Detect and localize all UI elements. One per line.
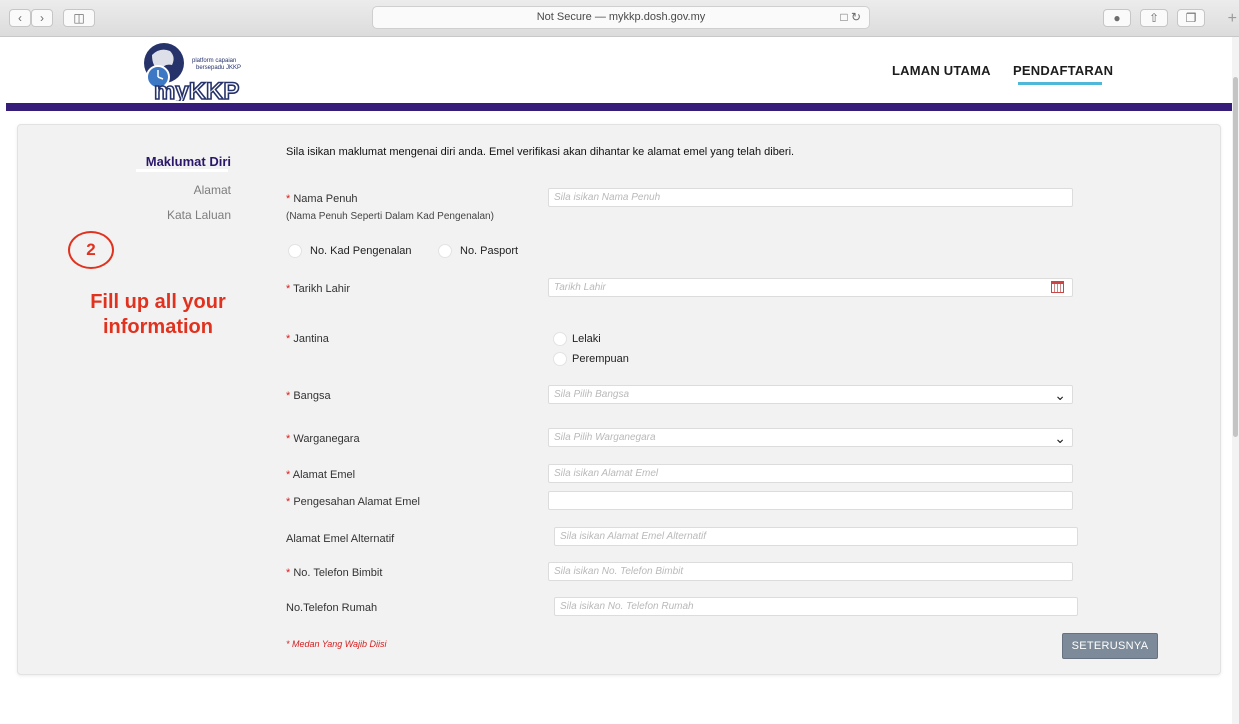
- next-button[interactable]: SETERUSNYA: [1062, 633, 1158, 659]
- home-phone-label: No.Telefon Rumah: [286, 602, 378, 614]
- mobile-label: * No. Telefon Bimbit: [286, 567, 383, 579]
- chevron-down-icon: ⌄: [1054, 387, 1066, 403]
- email-input[interactable]: Sila isikan Alamat Emel: [548, 464, 1073, 483]
- active-step-underline: [136, 169, 228, 172]
- required-star: *: [286, 193, 291, 205]
- share-button[interactable]: ⇧: [1140, 9, 1168, 27]
- step-kata-laluan[interactable]: Kata Laluan: [167, 208, 231, 222]
- nav-laman-utama[interactable]: LAMAN UTAMA: [892, 63, 991, 78]
- page-scrollbar[interactable]: [1232, 37, 1239, 724]
- mykkp-logo[interactable]: platform capaian bersepadu JKKP myKKP: [142, 41, 282, 101]
- radio-perempuan[interactable]: [553, 352, 567, 366]
- forward-button[interactable]: ›: [31, 9, 53, 27]
- citizenship-label: * Warganegara: [286, 433, 360, 445]
- annotation-text: Fill up all your information: [90, 291, 226, 338]
- logo-tagline-1: platform capaian: [192, 58, 236, 64]
- radio-perempuan-label: Perempuan: [572, 353, 629, 365]
- reader-reload-icon[interactable]: □ ↻: [840, 7, 861, 28]
- email-confirm-label: * Pengesahan Alamat Emel: [286, 496, 420, 508]
- alt-email-label: Alamat Emel Alternatif: [286, 533, 395, 545]
- nav-pendaftaran[interactable]: PENDAFTARAN: [1013, 63, 1113, 78]
- url-text: Not Secure — mykkp.dosh.gov.my: [536, 11, 706, 23]
- logo-tagline-2: bersepadu JKKP: [196, 65, 241, 71]
- gender-label: * Jantina: [286, 333, 329, 345]
- dob-label: * Tarikh Lahir: [286, 283, 350, 295]
- dob-placeholder: Tarikh Lahir: [554, 282, 606, 293]
- mobile-input[interactable]: Sila isikan No. Telefon Bimbit: [548, 562, 1073, 581]
- nav-active-indicator: [1018, 82, 1102, 85]
- back-button[interactable]: ‹: [9, 9, 31, 27]
- step-alamat[interactable]: Alamat: [194, 183, 231, 197]
- full-name-sublabel: (Nama Penuh Seperti Dalam Kad Pengenalan…: [286, 211, 494, 222]
- form-intro: Sila isikan maklumat mengenai diri anda.…: [286, 146, 795, 158]
- chevron-down-icon: ⌄: [1054, 430, 1066, 446]
- home-phone-input[interactable]: Sila isikan No. Telefon Rumah: [554, 597, 1078, 616]
- scroll-thumb[interactable]: [1233, 77, 1238, 437]
- logo-brand: myKKP: [154, 78, 239, 101]
- email-confirm-input[interactable]: [548, 491, 1073, 510]
- citizenship-placeholder: Sila Pilih Warganegara: [554, 432, 656, 443]
- annotation-step-circle: 2: [68, 231, 114, 269]
- citizenship-select[interactable]: Sila Pilih Warganegara ⌄: [548, 428, 1073, 447]
- header-divider: [6, 103, 1232, 111]
- email-label: * Alamat Emel: [286, 469, 356, 481]
- radio-pasport[interactable]: [438, 244, 452, 258]
- sidebar-toggle-button[interactable]: ◫: [63, 9, 95, 27]
- full-name-label: * Nama Penuh: [286, 193, 358, 205]
- radio-lelaki-label: Lelaki: [572, 333, 601, 345]
- radio-kad-pengenalan[interactable]: [288, 244, 302, 258]
- tabs-button[interactable]: ❐: [1177, 9, 1205, 27]
- radio-lelaki[interactable]: [553, 332, 567, 346]
- new-tab-icon[interactable]: +: [1228, 10, 1237, 28]
- browser-toolbar: ‹ › ◫ Not Secure — mykkp.dosh.gov.my □ ↻…: [0, 0, 1239, 37]
- address-bar[interactable]: Not Secure — mykkp.dosh.gov.my □ ↻: [372, 6, 870, 29]
- full-name-input[interactable]: Sila isikan Nama Penuh: [548, 188, 1073, 207]
- alt-email-input[interactable]: Sila isikan Alamat Emel Alternatif: [554, 527, 1078, 546]
- race-select[interactable]: Sila Pilih Bangsa ⌄: [548, 385, 1073, 404]
- race-placeholder: Sila Pilih Bangsa: [554, 389, 630, 400]
- downloads-button[interactable]: ●: [1103, 9, 1131, 27]
- radio-pasport-label: No. Pasport: [460, 245, 519, 257]
- calendar-icon[interactable]: [1051, 281, 1064, 293]
- required-fields-note: * Medan Yang Wajib Diisi: [286, 639, 387, 649]
- step-maklumat-diri[interactable]: Maklumat Diri: [146, 154, 231, 169]
- race-label: * Bangsa: [286, 390, 331, 402]
- radio-kad-pengenalan-label: No. Kad Pengenalan: [310, 245, 412, 257]
- site-header: platform capaian bersepadu JKKP myKKP LA…: [0, 37, 1232, 103]
- dob-input[interactable]: Tarikh Lahir: [548, 278, 1073, 297]
